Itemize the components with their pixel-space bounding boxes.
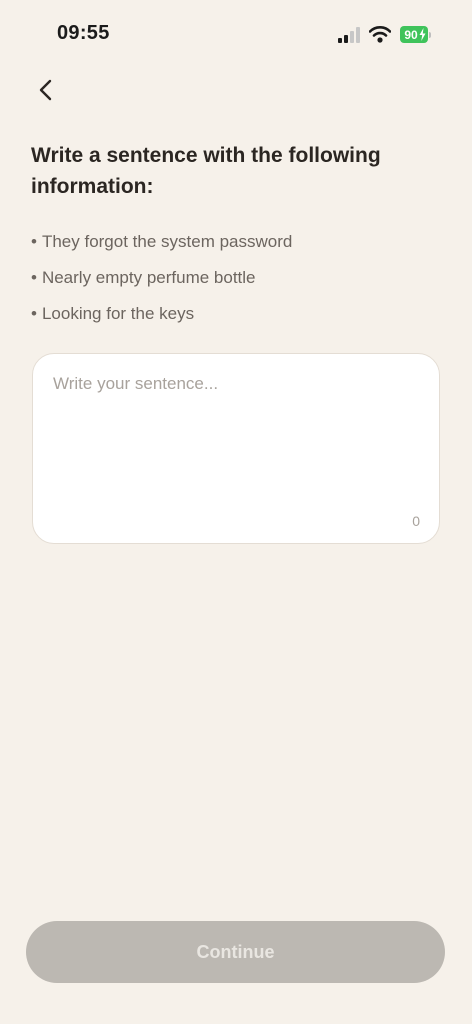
sentence-input[interactable] [53, 374, 419, 504]
character-count: 0 [412, 513, 420, 529]
info-item: • Nearly empty perfume bottle [31, 260, 292, 296]
back-button[interactable] [28, 72, 64, 108]
info-list: • They forgot the system password • Nearly… [31, 224, 292, 332]
bullet: • [31, 304, 37, 323]
wifi-icon [369, 26, 391, 43]
info-item: • They forgot the system password [31, 224, 292, 260]
sentence-box: 0 [32, 353, 440, 544]
info-item-text: Nearly empty perfume bottle [41, 268, 256, 287]
battery-tip [429, 31, 431, 38]
info-item: • Looking for the keys [31, 296, 292, 332]
prompt-title: Write a sentence with the following info… [31, 144, 381, 198]
charging-bolt-icon [419, 28, 426, 41]
bullet: • [31, 232, 37, 251]
battery-level: 90 [404, 27, 418, 42]
bullet: • [31, 268, 37, 287]
info-item-text: Looking for the keys [41, 304, 195, 323]
info-item-text: They forgot the system password [41, 232, 293, 251]
battery-body: 90 [400, 26, 428, 43]
battery-indicator: 90 [400, 26, 432, 43]
cellular-signal-icon [338, 27, 360, 43]
status-time: 09:55 [57, 22, 110, 44]
status-bar: 09:55 90 [0, 0, 472, 70]
continue-button[interactable]: Continue [26, 921, 445, 983]
chevron-left-icon [39, 79, 52, 101]
